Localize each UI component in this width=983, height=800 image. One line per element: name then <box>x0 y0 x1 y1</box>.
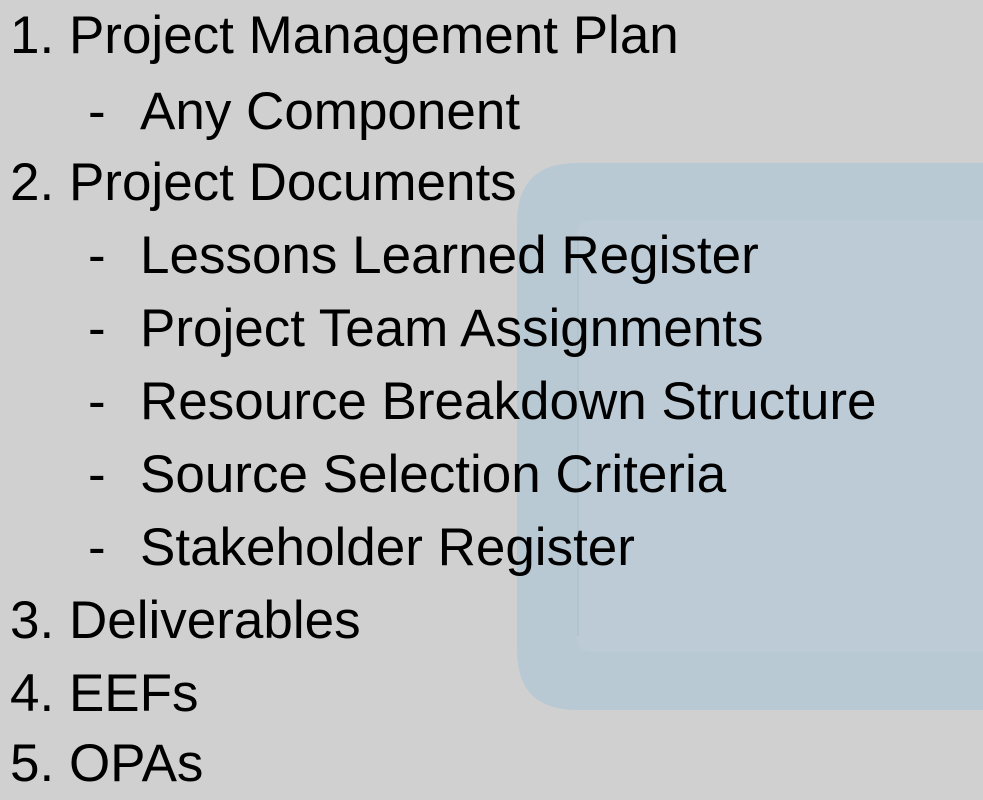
sub-list-item-project-team-assignments: - Project Team Assignments <box>88 293 764 365</box>
list-item-opas: 5. OPAs <box>10 728 203 800</box>
item-label: OPAs <box>68 734 204 793</box>
outline-list: 1. Project Management Plan - Any Componen… <box>0 0 983 793</box>
list-item-deliverables: 3. Deliverables <box>10 585 361 657</box>
sub-item-label: Stakeholder Register <box>140 518 635 577</box>
item-label: Project Management Plan <box>68 6 679 65</box>
sub-item-label: Source Selection Criteria <box>140 445 727 504</box>
sub-list-item-resource-breakdown-structure: - Resource Breakdown Structure <box>88 366 876 438</box>
sub-item-label: Any Component <box>140 82 521 141</box>
item-number: 2. <box>10 153 55 212</box>
dash-bullet: - <box>88 299 106 358</box>
sub-list-item-source-selection-criteria: - Source Selection Criteria <box>88 439 726 511</box>
list-item-eefs: 4. EEFs <box>10 658 199 730</box>
item-label: EEFs <box>68 664 199 723</box>
item-number: 1. <box>10 6 55 65</box>
dash-bullet: - <box>88 372 106 431</box>
sub-item-label: Resource Breakdown Structure <box>140 372 877 431</box>
sub-list-item-any-component: - Any Component <box>88 76 520 148</box>
list-item-project-management-plan: 1. Project Management Plan <box>10 0 679 72</box>
sub-list-item-stakeholder-register: - Stakeholder Register <box>88 512 635 584</box>
list-item-project-documents: 2. Project Documents <box>10 147 517 219</box>
item-number: 3. <box>10 591 55 650</box>
item-number: 4. <box>10 664 55 723</box>
item-label: Deliverables <box>68 591 361 650</box>
dash-bullet: - <box>88 518 106 577</box>
sub-list-item-lessons-learned-register: - Lessons Learned Register <box>88 220 759 292</box>
sub-item-label: Lessons Learned Register <box>140 226 759 285</box>
dash-bullet: - <box>88 82 106 141</box>
dash-bullet: - <box>88 445 106 504</box>
item-label: Project Documents <box>68 153 517 212</box>
sub-item-label: Project Team Assignments <box>140 299 764 358</box>
dash-bullet: - <box>88 226 106 285</box>
item-number: 5. <box>10 734 55 793</box>
